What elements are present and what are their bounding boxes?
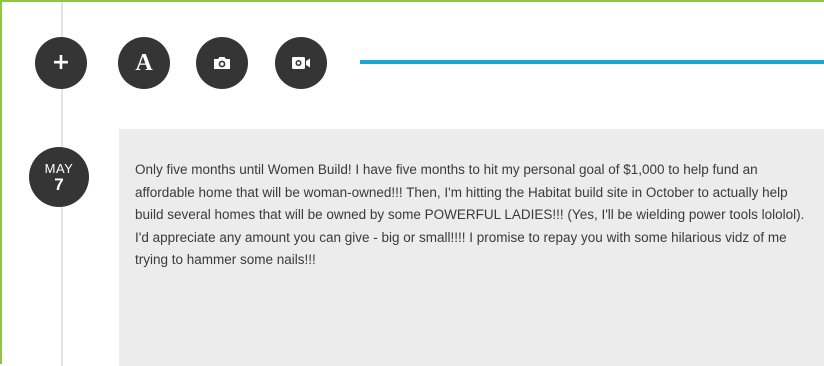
text-a-icon: A xyxy=(135,50,153,76)
timeline-panel: + A MAY 7 Only five months until Women B… xyxy=(0,0,824,366)
video-camera-icon xyxy=(292,57,310,69)
add-post-button[interactable]: + xyxy=(35,37,87,89)
add-text-button[interactable]: A xyxy=(118,37,170,89)
accent-divider xyxy=(360,60,824,64)
plus-icon: + xyxy=(51,50,71,75)
post-body-text: Only five months until Women Build! I ha… xyxy=(135,162,805,267)
post-date-badge: MAY 7 xyxy=(29,147,89,207)
date-day: 7 xyxy=(54,175,64,194)
post-card: Only five months until Women Build! I ha… xyxy=(119,129,824,366)
camera-icon xyxy=(214,57,230,69)
add-video-button[interactable] xyxy=(275,37,327,89)
add-photo-button[interactable] xyxy=(196,37,248,89)
date-month: MAY xyxy=(44,161,74,176)
